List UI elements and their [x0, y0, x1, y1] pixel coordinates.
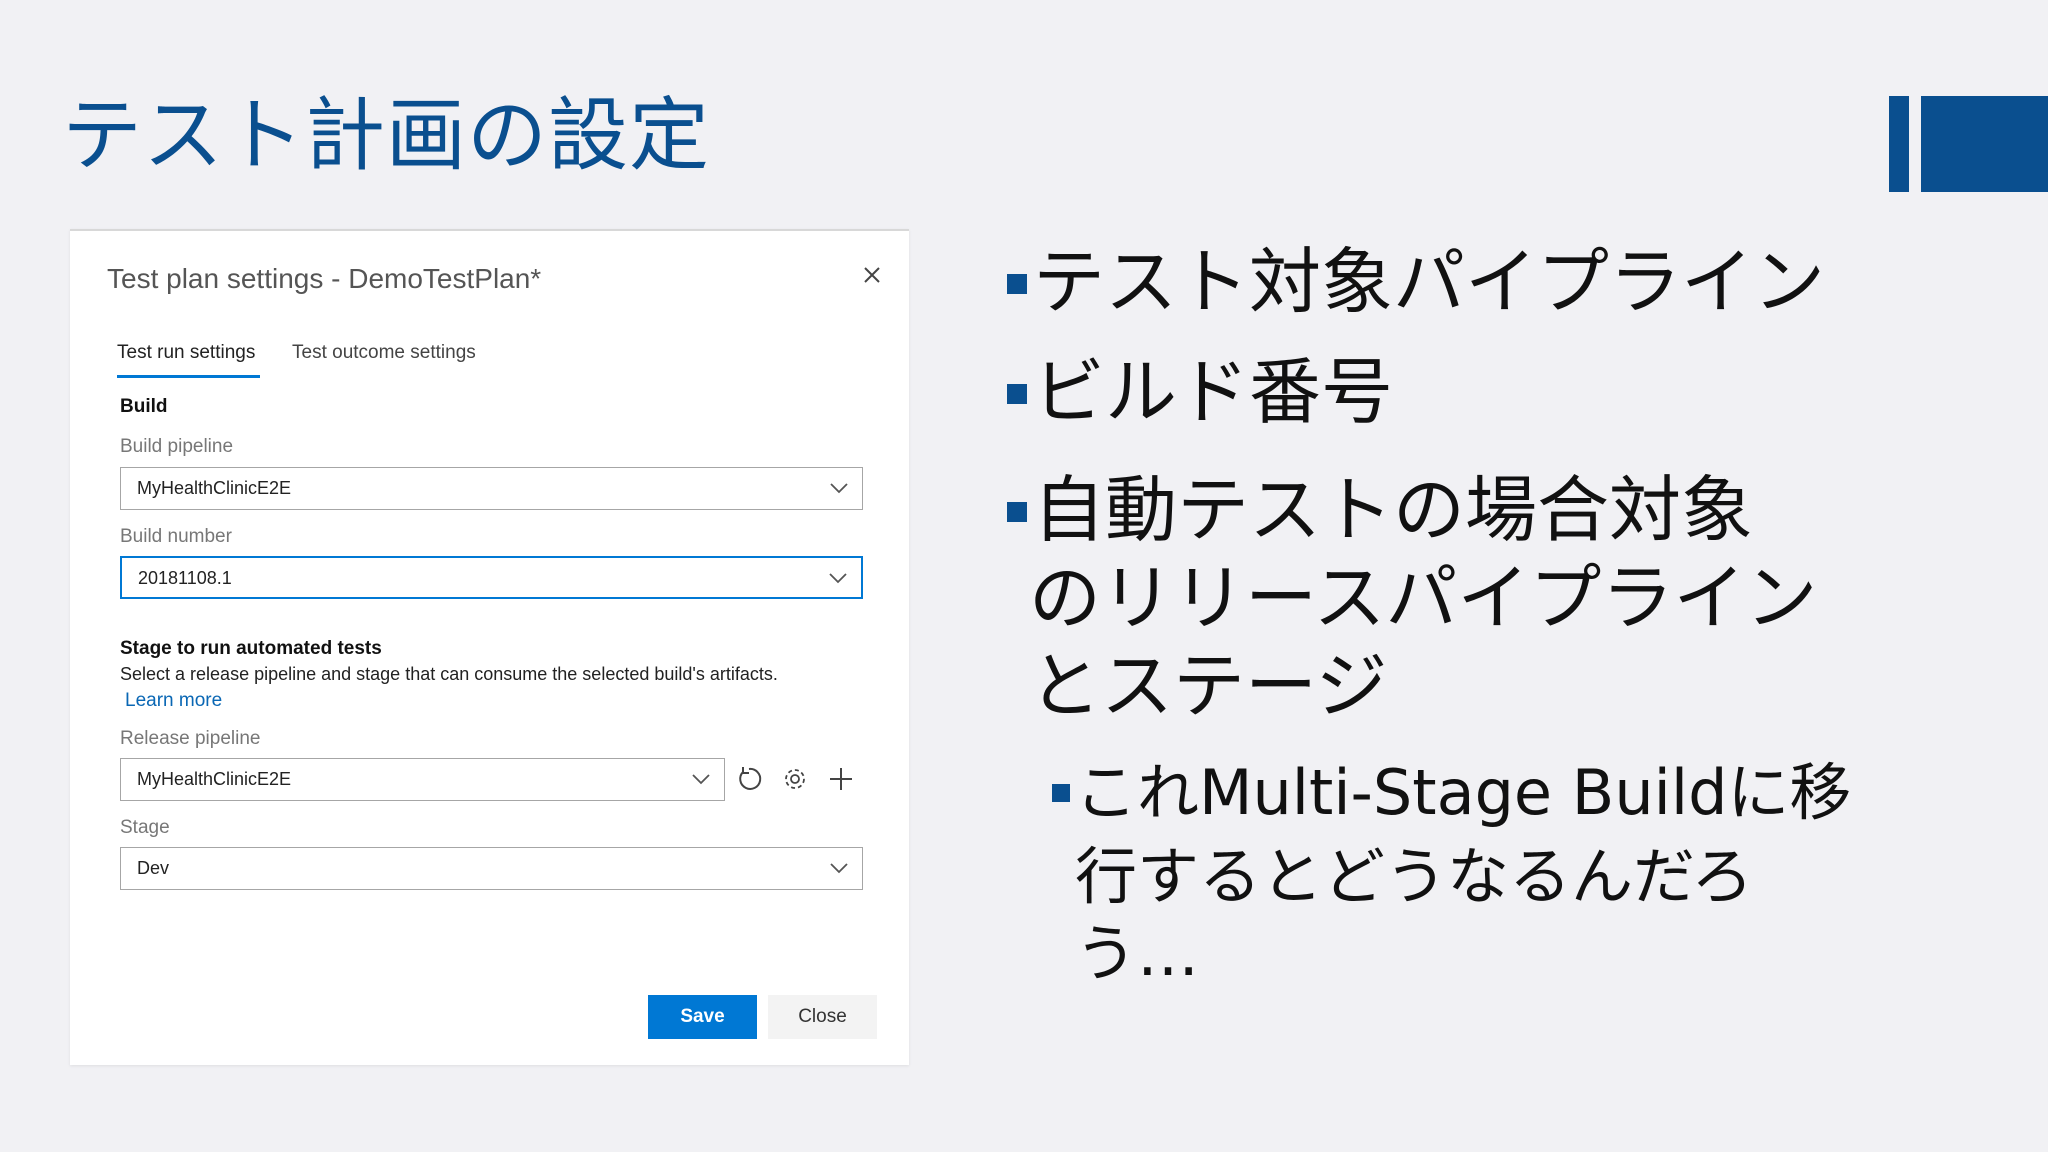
sub-bullet-marker — [1052, 784, 1070, 802]
slide-title: テスト計画の設定 — [62, 89, 710, 182]
tab-test-outcome-settings[interactable]: Test outcome settings — [292, 342, 476, 364]
bullet-item: 自動テストの場合対象 — [1033, 468, 1754, 552]
build-number-dropdown[interactable]: 20181108.1 — [120, 556, 863, 599]
sub-bullet-item: これMulti-Stage Buildに移 — [1075, 756, 1852, 829]
chevron-down-icon — [829, 573, 847, 584]
release-pipeline-label: Release pipeline — [120, 728, 261, 749]
chevron-down-icon — [692, 774, 710, 785]
build-number-label: Build number — [120, 526, 232, 547]
build-pipeline-dropdown[interactable]: MyHealthClinicE2E — [120, 467, 863, 510]
refresh-icon[interactable] — [734, 764, 764, 794]
accent-bar-thick — [1921, 96, 2048, 192]
tab-test-run-settings[interactable]: Test run settings — [117, 342, 255, 364]
chevron-down-icon — [830, 483, 848, 494]
gear-icon[interactable] — [780, 764, 810, 794]
close-icon[interactable] — [858, 261, 886, 289]
learn-more-link[interactable]: Learn more — [125, 690, 222, 712]
build-number-value: 20181108.1 — [138, 568, 232, 588]
stage-section-heading: Stage to run automated tests — [120, 638, 382, 659]
close-button[interactable]: Close — [768, 995, 877, 1039]
release-pipeline-value: MyHealthClinicE2E — [137, 769, 292, 789]
bullet-marker — [1007, 384, 1027, 404]
bullet-marker — [1007, 502, 1027, 522]
build-pipeline-label: Build pipeline — [120, 436, 234, 457]
dialog-title: Test plan settings - DemoTestPlan* — [107, 263, 542, 294]
active-tab-indicator — [117, 375, 260, 378]
build-pipeline-value: MyHealthClinicE2E — [137, 478, 292, 498]
stage-value: Dev — [137, 858, 170, 878]
bullet-item: テスト対象パイプライン — [1033, 240, 1826, 324]
sub-bullet-continuation: 行するとどうなるんだろ — [1075, 840, 1754, 913]
sub-bullet-continuation: う… — [1075, 917, 1200, 990]
test-plan-settings-dialog: Test plan settings - DemoTestPlan* Test … — [70, 229, 909, 1065]
plus-icon[interactable] — [826, 764, 856, 794]
save-button[interactable]: Save — [648, 995, 757, 1039]
bullet-item: ビルド番号 — [1033, 350, 1394, 434]
release-pipeline-dropdown[interactable]: MyHealthClinicE2E — [120, 758, 725, 801]
stage-label: Stage — [120, 817, 170, 838]
stage-section-description: Select a release pipeline and stage that… — [120, 664, 778, 684]
bullet-item-continuation: とステージ — [1029, 644, 1388, 728]
stage-dropdown[interactable]: Dev — [120, 847, 863, 890]
bullet-marker — [1007, 274, 1027, 294]
build-section-heading: Build — [120, 396, 168, 417]
bullet-item-continuation: のリリースパイプライン — [1029, 556, 1818, 640]
chevron-down-icon — [830, 863, 848, 874]
accent-bar-thin — [1889, 96, 1909, 192]
